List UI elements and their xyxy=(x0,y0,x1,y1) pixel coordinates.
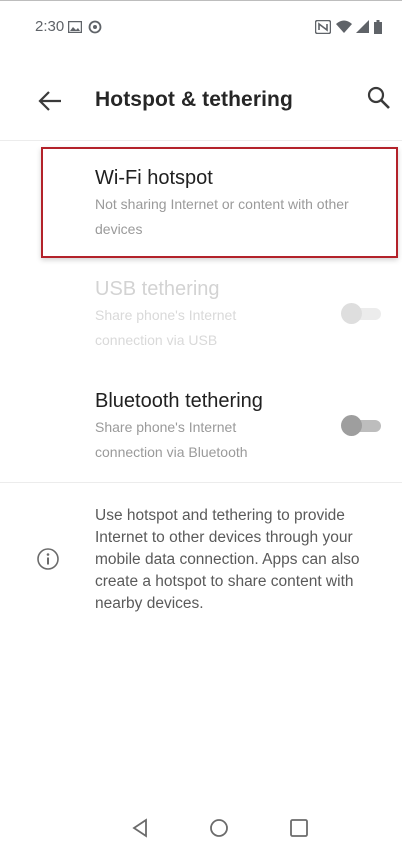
arrow-left-icon xyxy=(38,91,61,111)
bluetooth-tethering-toggle[interactable] xyxy=(341,415,383,436)
battery-icon xyxy=(374,20,382,39)
info-text: Use hotspot and tethering to provide Int… xyxy=(95,507,360,612)
usb-tethering-subtitle: Share phone's Internet connection via US… xyxy=(95,307,237,348)
nav-back-button[interactable] xyxy=(130,817,152,839)
search-button[interactable] xyxy=(364,83,394,113)
toggle-thumb xyxy=(341,415,362,436)
back-button[interactable] xyxy=(30,88,64,114)
status-time: 2:30 xyxy=(35,18,65,35)
highlight-box xyxy=(41,147,398,258)
home-circle-icon xyxy=(210,819,228,837)
usb-tethering-title: USB tethering xyxy=(95,278,220,300)
appbar-divider xyxy=(0,140,402,141)
usb-tethering-item: USB tethering Share phone's Internet con… xyxy=(0,266,402,366)
bluetooth-tethering-subtitle: Share phone's Internet connection via Bl… xyxy=(95,419,248,460)
wifi-icon xyxy=(336,20,352,38)
info-icon xyxy=(36,547,60,571)
nav-home-button[interactable] xyxy=(208,817,230,839)
section-divider xyxy=(0,482,402,483)
nav-recents-button[interactable] xyxy=(288,817,310,839)
sync-icon xyxy=(88,20,102,39)
signal-icon xyxy=(356,20,369,38)
bluetooth-tethering-title: Bluetooth tethering xyxy=(95,390,263,412)
app-bar: Hotspot & tethering xyxy=(0,68,402,134)
usb-tethering-toggle xyxy=(341,303,383,324)
status-bar: 2:30 xyxy=(0,0,402,60)
search-icon xyxy=(367,86,390,109)
navigation-bar xyxy=(0,805,402,854)
toggle-thumb xyxy=(341,303,362,324)
recents-square-icon xyxy=(290,819,308,837)
gallery-icon xyxy=(67,20,83,38)
nfc-icon xyxy=(314,19,332,39)
back-triangle-icon xyxy=(132,818,147,838)
bluetooth-tethering-item[interactable]: Bluetooth tethering Share phone's Intern… xyxy=(0,378,402,478)
page-title: Hotspot & tethering xyxy=(95,88,293,111)
